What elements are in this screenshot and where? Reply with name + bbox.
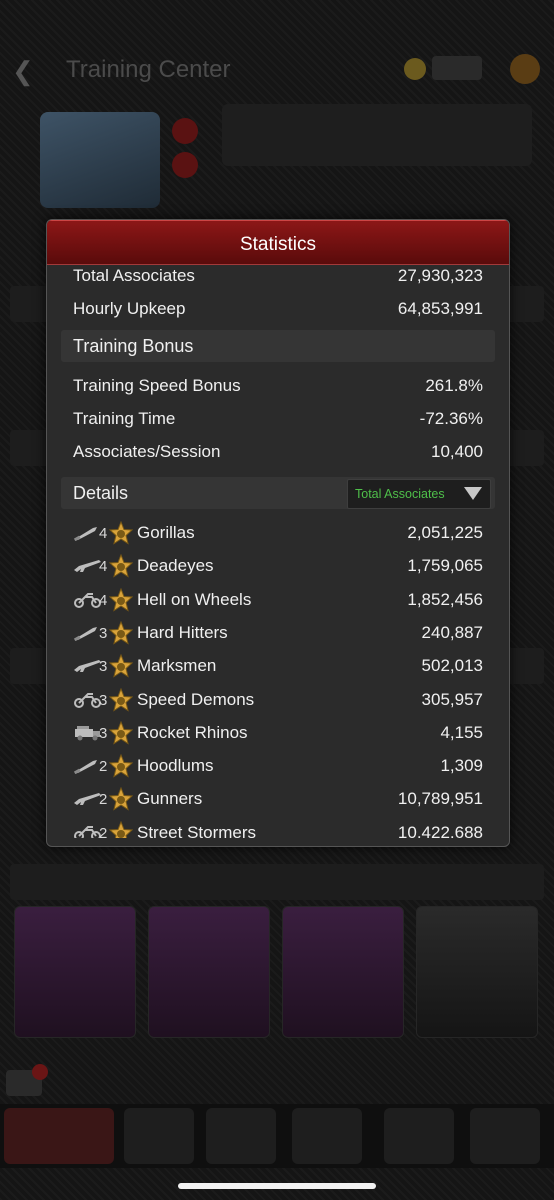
unit-name: Deadeyes [137,556,214,576]
background-title: Training Center [66,56,231,83]
locked-card [416,906,538,1038]
unit-tier: 2 [99,791,108,809]
associate-card [282,906,404,1038]
star-badge-icon [108,720,134,745]
statistics-scroll-area[interactable]: Total Associates 27,930,323 Hourly Upkee… [47,264,509,838]
star-badge-icon [108,687,134,712]
unit-count: 10,789,951 [397,789,483,809]
unit-tier: 3 [99,658,108,676]
section-training-bonus: Training Bonus [61,330,495,362]
unit-name: Hoodlums [137,756,214,776]
star-badge-icon [108,587,134,612]
unit-name: Gunners [137,789,203,809]
stat-value: -72.36% [419,409,483,428]
unit-tier: 4 [99,558,108,576]
unit-row: 4 Gorillas 2,051,225 [47,517,509,549]
star-badge-icon [108,787,134,811]
unit-name: Gorillas [137,523,195,542]
alert-icon [172,152,198,178]
profile-icon [510,54,540,84]
associate-card [14,906,136,1038]
unit-row: 2 Street Stormers 10,422,688 [47,817,509,838]
star-badge-icon [108,753,134,778]
unit-row: 4 Deadeyes 1,759,065 [47,550,509,582]
star-badge-icon [108,620,134,645]
star-badge-icon [108,520,134,545]
alert-icon [172,118,198,144]
unit-name: Speed Demons [137,689,255,709]
home-indicator [178,1183,376,1189]
stat-label: Total Associates [73,266,195,285]
unit-tier: 4 [99,591,108,609]
unit-row: 3 Hard Hitters 240,887 [47,617,509,649]
unit-tier: 3 [99,724,108,742]
section-title: Training Bonus [73,336,194,356]
nav-item [124,1108,194,1164]
stat-label: Training Time [73,409,176,428]
unit-count: 1,309 [440,756,483,776]
nav-item [4,1108,114,1164]
stat-label: Hourly Upkeep [73,299,186,318]
building-image [40,112,160,208]
stat-value: 27,930,323 [397,266,483,285]
unit-row: 2 Hoodlums 1,309 [47,750,509,782]
nav-item [470,1108,540,1164]
unit-count: 305,957 [421,689,483,709]
stat-value: 261.8% [425,376,483,395]
stat-row-associates-session: Associates/Session 10,400 [47,436,509,468]
unit-tier: 3 [99,624,108,642]
dropdown-arrow-icon [464,487,482,500]
unit-row: 3 Rocket Rhinos 4,155 [47,717,509,749]
unit-count: 240,887 [421,622,483,642]
unit-count: 10,422,688 [397,822,483,838]
nav-item [384,1108,454,1164]
nav-item [292,1108,362,1164]
star-badge-icon [108,820,134,838]
associate-card [148,906,270,1038]
dropdown-selected-value: Total Associates [355,487,445,501]
nav-item [206,1108,276,1164]
unit-row: 2 Gunners 10,789,951 [47,783,509,815]
unit-tier: 4 [99,525,108,542]
unit-tier: 2 [99,758,108,776]
unit-name: Hell on Wheels [137,589,252,609]
section-title: Details [73,483,129,503]
star-badge-icon [108,653,134,678]
unit-tier: 3 [99,691,108,709]
unit-name: Marksmen [137,656,217,676]
notification-badge [32,1064,48,1080]
stat-row-total-associates: Total Associates 27,930,323 [47,264,509,292]
unit-count: 2,051,225 [407,523,483,542]
unit-count: 502,013 [421,656,483,676]
stat-row-hourly-upkeep: Hourly Upkeep 64,853,991 [47,293,509,325]
stat-label: Associates/Session [73,442,221,461]
stat-row-training-speed-bonus: Training Speed Bonus 261.8% [47,370,509,402]
section-details: Details Total Associates [61,477,495,509]
stat-value: 64,853,991 [397,299,483,318]
stat-value: 10,400 [431,442,483,461]
gold-icon [404,58,426,80]
info-box [222,104,532,166]
background-strip [10,864,544,900]
unit-row: 4 Hell on Wheels 1,852,456 [47,584,509,616]
modal-title: Statistics [47,220,509,265]
unit-row: 3 Marksmen 502,013 [47,650,509,682]
background-header: ❮ Training Center [0,40,554,100]
stat-row-training-time: Training Time -72.36% [47,403,509,435]
gold-counter [432,56,482,80]
back-arrow-icon: ❮ [12,56,34,86]
unit-name: Hard Hitters [137,622,228,642]
stat-label: Training Speed Bonus [73,376,241,395]
star-badge-icon [108,553,134,578]
unit-count: 1,759,065 [407,556,483,576]
unit-count: 1,852,456 [407,589,483,609]
unit-row: 3 Speed Demons 305,957 [47,684,509,716]
unit-count: 4,155 [440,722,483,742]
unit-name: Rocket Rhinos [137,722,248,742]
unit-tier: 2 [99,824,108,838]
statistics-modal: Statistics Total Associates 27,930,323 H… [46,219,510,847]
unit-name: Street Stormers [137,822,257,838]
details-filter-dropdown[interactable]: Total Associates [347,479,491,509]
